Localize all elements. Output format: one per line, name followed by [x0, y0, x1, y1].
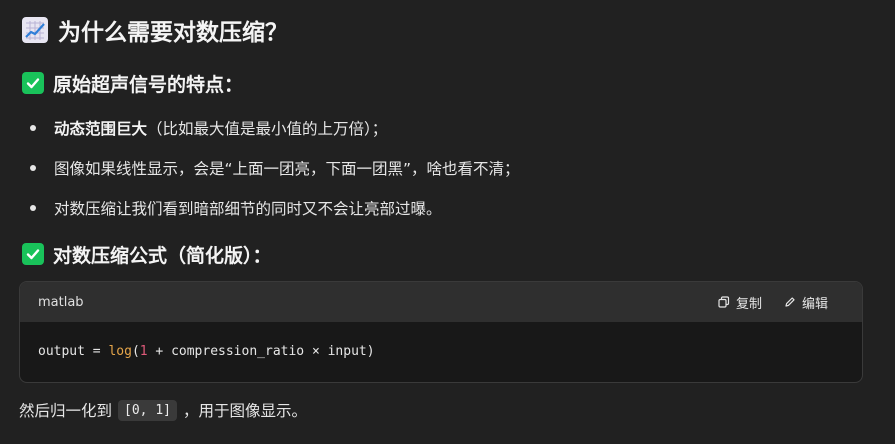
code-token-function: log	[108, 344, 132, 359]
list-item: 图像如果线性显示，会是“上面一团亮，下面一团黑”，啥也看不清；	[22, 148, 882, 188]
section-heading-text: 原始超声信号的特点：	[53, 73, 244, 96]
inline-code: [0, 1]	[118, 399, 177, 421]
code-token: output =	[38, 344, 109, 359]
edit-button-label: 编辑	[801, 296, 828, 312]
section-heading-signal-features: 原始超声信号的特点：	[22, 68, 243, 98]
copy-button-label: 复制	[735, 296, 762, 312]
code-block: matlab 复制 编辑 output = log(1 + compressio…	[19, 281, 863, 383]
edit-button[interactable]: 编辑	[784, 293, 828, 312]
code-token-number: 1	[139, 344, 148, 359]
pencil-icon	[785, 297, 795, 307]
section-heading-text: 对数压缩公式（简化版）：	[53, 244, 272, 267]
code-token: (	[131, 344, 140, 359]
code-block-header: matlab 复制 编辑	[20, 282, 862, 322]
paragraph-text: 然后归一化到	[19, 402, 113, 420]
check-mark-icon	[22, 72, 44, 94]
normalization-paragraph: 然后归一化到 [0, 1] ，用于图像显示。	[19, 396, 307, 424]
paragraph-text: ，用于图像显示。	[182, 402, 307, 420]
code-actions: 复制 编辑	[718, 293, 828, 312]
check-mark-icon	[22, 243, 44, 265]
list-item: 对数压缩让我们看到暗部细节的同时又不会让亮部过曝。	[22, 188, 882, 228]
list-item-bold: 动态范围巨大	[54, 120, 148, 138]
chat-message: 为什么需要对数压缩？ 原始超声信号的特点： 动态范围巨大 （比如最大值是最小值的上…	[0, 0, 895, 444]
main-heading: 为什么需要对数压缩？	[22, 12, 288, 48]
code-content: output = log(1 + compression_ratio × inp…	[20, 322, 862, 381]
list-item: 动态范围巨大 （比如最大值是最小值的上万倍）；	[22, 108, 882, 148]
list-item-text: （比如最大值是最小值的上万倍）；	[147, 120, 388, 138]
list-item-text: 对数压缩让我们看到暗部细节的同时又不会让亮部过曝。	[54, 200, 442, 218]
code-token: + compression_ratio × input)	[147, 344, 375, 359]
copy-icon	[718, 296, 730, 308]
main-heading-text: 为什么需要对数压缩？	[58, 20, 288, 46]
section-heading-formula: 对数压缩公式（简化版）：	[22, 239, 272, 269]
chart-increasing-icon	[22, 17, 48, 43]
code-language-label: matlab	[38, 294, 84, 310]
feature-list: 动态范围巨大 （比如最大值是最小值的上万倍）； 图像如果线性显示，会是“上面一团亮…	[22, 108, 882, 228]
copy-button[interactable]: 复制	[718, 293, 762, 312]
list-item-text: 图像如果线性显示，会是“上面一团亮，下面一团黑”，啥也看不清；	[54, 160, 520, 178]
